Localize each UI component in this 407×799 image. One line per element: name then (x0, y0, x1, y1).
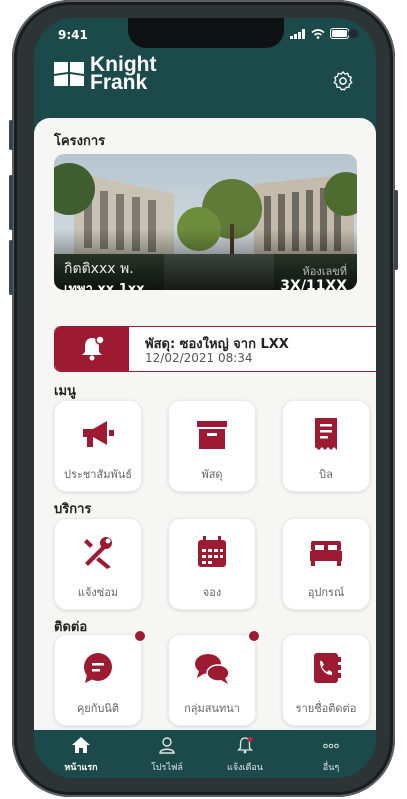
tab-label: อื่นๆ (322, 763, 340, 773)
unread-badge (135, 631, 145, 641)
services-section-title: บริการ (54, 502, 92, 517)
chat-icon (84, 653, 112, 683)
megaphone-icon (83, 421, 114, 447)
project-name: กิตติxxx พ. (64, 261, 134, 277)
knight-frank-logo: Knight Frank (54, 54, 156, 94)
bell-icon (82, 336, 104, 361)
bill-icon (315, 418, 337, 450)
settings-gear-icon[interactable] (332, 70, 354, 92)
tile-bill[interactable]: บิล (282, 400, 370, 492)
tab-label: แจ้งเตือน (227, 763, 263, 773)
tools-icon (84, 537, 112, 569)
tile-repair[interactable]: แจ้งซ่อม (54, 518, 142, 610)
tile-booking[interactable]: จอง (168, 518, 256, 610)
tab-label: โปรไฟล์ (151, 763, 183, 773)
tile-announcement[interactable]: ประชาสัมพันธ์ (54, 400, 142, 492)
tile-label: จอง (202, 586, 222, 599)
tile-label: แจ้งซ่อม (77, 586, 119, 599)
tab-more[interactable]: อื่นๆ (296, 736, 366, 774)
logo-text: Knight Frank (90, 54, 156, 94)
volume-up-button (9, 175, 13, 230)
tile-equipment[interactable]: อุปกรณ์ (282, 518, 370, 610)
contacts-icon (314, 653, 341, 683)
bottom-tab-bar: หน้าแรก โปรไฟล์ แจ้งเตือน อื่นๆ (34, 730, 376, 778)
logo-mark-icon (54, 62, 84, 86)
bed-icon (310, 541, 342, 566)
tile-group-chat[interactable]: กลุ่มสนทนา (168, 631, 259, 726)
tile-label: คุยกับนิติ (76, 702, 120, 715)
tile-contact-list[interactable]: รายชื่อติดต่อ (282, 634, 370, 726)
tile-label: ประชาสัมพันธ์ (64, 468, 132, 481)
app-screen: 9:41 Knight Frank โครงการ กิตติxxx พ. เท… (34, 18, 376, 778)
notification-datetime: 12/02/2021 08:34 (145, 351, 253, 365)
mute-switch (9, 120, 13, 150)
tab-home[interactable]: หน้าแรก (46, 736, 116, 774)
tile-label: รายชื่อติดต่อ (295, 702, 357, 715)
status-time: 9:41 (58, 28, 88, 42)
tile-parcel[interactable]: พัสดุ (168, 400, 256, 492)
content-panel: โครงการ กิตติxxx พ. เทพา xx 1xx ห้องเลขท… (34, 118, 376, 738)
parcel-notification-card[interactable]: พัสดุ: ซองใหญ่ จาก LXX 12/02/2021 08:34 (54, 326, 376, 372)
tile-label: กลุ่มสนทนา (184, 702, 240, 715)
project-hero-card[interactable]: กิตติxxx พ. เทพา xx 1xx ห้องเลขที่ 3X/11… (54, 154, 357, 290)
menu-section-title: เมนู (54, 384, 76, 399)
tile-chat-juristic[interactable]: คุยกับนิติ (54, 631, 145, 726)
unit-number: 3X/11XX (280, 278, 347, 290)
tile-label: อุปกรณ์ (307, 586, 345, 599)
tile-label: บิล (319, 468, 333, 481)
calendar-icon (198, 536, 226, 567)
status-icons (290, 28, 352, 39)
app-header: Knight Frank (34, 54, 376, 126)
group-chat-icon (195, 654, 230, 684)
notification-icon-box (55, 327, 129, 371)
profile-icon (159, 737, 175, 754)
tab-profile[interactable]: โปรไฟล์ (132, 736, 202, 774)
wifi-icon (311, 28, 325, 39)
tab-label: หน้าแรก (64, 763, 98, 773)
bell-icon (236, 737, 254, 754)
signal-icon (290, 28, 305, 39)
camera-icon (348, 28, 359, 39)
tab-notifications[interactable]: แจ้งเตือน (210, 736, 280, 774)
project-subtitle: เทพา xx 1xx (64, 282, 145, 290)
more-icon (323, 743, 339, 749)
unread-badge (249, 631, 259, 641)
box-icon (197, 421, 227, 449)
brand-line-2: Frank (90, 71, 148, 94)
power-button (394, 190, 398, 270)
notch (128, 18, 359, 48)
tile-label: พัสดุ (201, 468, 223, 481)
home-icon (72, 737, 90, 753)
project-section-title: โครงการ (54, 134, 106, 149)
volume-down-button (9, 240, 13, 295)
